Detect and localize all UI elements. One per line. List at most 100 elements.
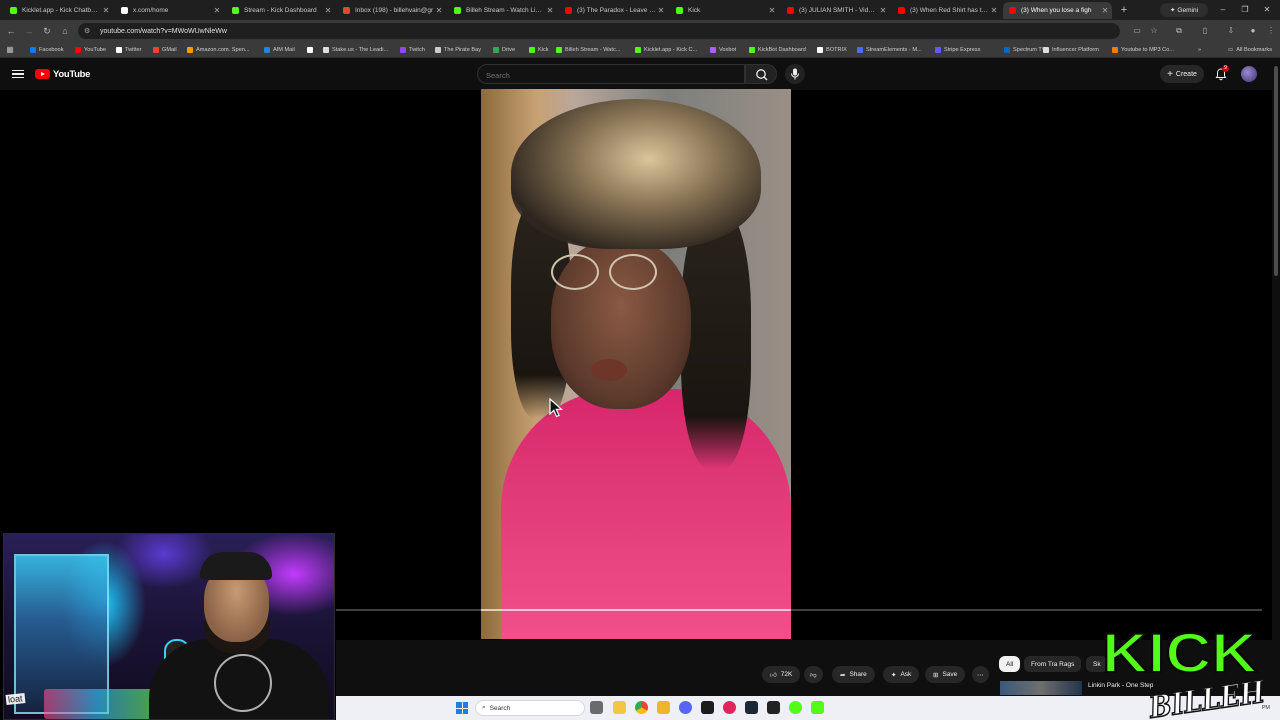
home-icon[interactable]: ⌂	[58, 24, 72, 38]
browser-tab[interactable]: Kick ✕	[670, 2, 779, 19]
browser-tab[interactable]: Kicklet.app - Kick Chatbot a ✕	[4, 2, 113, 19]
close-window-button[interactable]: ✕	[1260, 3, 1274, 17]
tab-close-icon[interactable]: ✕	[101, 6, 111, 15]
profile-icon[interactable]: ●	[1246, 24, 1260, 38]
search-button[interactable]	[745, 64, 777, 84]
save-button[interactable]: ⊞ Save	[925, 666, 966, 683]
reload-icon[interactable]: ↻	[40, 24, 54, 38]
taskbar-app-icon[interactable]	[657, 701, 670, 714]
browser-tab[interactable]: Stream - Kick Dashboard ✕	[226, 2, 335, 19]
tab-close-icon[interactable]: ✕	[545, 6, 555, 15]
more-actions-button[interactable]: ⋯	[972, 666, 989, 683]
bookmark-item[interactable]: Billeh Stream - Watc...	[556, 44, 620, 56]
chip-all[interactable]: All	[999, 656, 1021, 672]
address-bar[interactable]: ⚙ youtube.com/watch?v=MWoWUwNleWw	[78, 23, 1120, 39]
browser-tab[interactable]: (3) When you lose a figh ✕	[1003, 2, 1112, 19]
side-panel-icon[interactable]: ▯	[1198, 24, 1212, 38]
tab-close-icon[interactable]: ✕	[878, 6, 888, 15]
dislike-button[interactable]: 👎︎	[804, 666, 823, 683]
browser-tab[interactable]: (3) When Red Shirt has to " ✕	[892, 2, 1001, 19]
apps-grid-icon[interactable]: ▦	[3, 43, 17, 57]
bookmark-item[interactable]: BOTRIX	[817, 44, 847, 56]
bookmark-item[interactable]: Spectrum TV	[1004, 44, 1046, 56]
file-explorer-icon[interactable]	[613, 701, 626, 714]
video-subject-glasses-right	[609, 254, 657, 290]
hamburger-menu-icon[interactable]	[12, 68, 24, 80]
new-tab-button[interactable]: +	[1118, 3, 1130, 17]
gemini-button[interactable]: ✦ Gemini	[1160, 3, 1208, 17]
taskbar-search[interactable]: ⌕ Search	[475, 700, 585, 716]
bookmark-item[interactable]	[307, 44, 316, 56]
browser-tab[interactable]: x.com/home ✕	[115, 2, 224, 19]
bookmark-item[interactable]: YouTube	[75, 44, 106, 56]
terminal-icon[interactable]	[701, 701, 714, 714]
bookmark-star-icon[interactable]: ☆	[1147, 24, 1161, 38]
kick-app-icon[interactable]	[811, 701, 824, 714]
bookmark-item[interactable]: Stake.us - The Leadi...	[323, 44, 388, 56]
account-avatar[interactable]	[1241, 66, 1257, 82]
extensions-icon[interactable]: ⧉	[1172, 24, 1186, 38]
next-video-title[interactable]: Linkin Park - One Step	[1088, 682, 1153, 689]
search-input[interactable]	[478, 66, 744, 85]
create-button[interactable]: + Create	[1160, 65, 1204, 83]
obs-icon[interactable]	[767, 701, 780, 714]
bookmark-item[interactable]: Voxbot	[710, 44, 736, 56]
bookmark-item[interactable]: StreamElements - M...	[857, 44, 922, 56]
bookmark-item[interactable]: The Pirate Bay	[435, 44, 481, 56]
tab-close-icon[interactable]: ✕	[323, 6, 333, 15]
youtube-logo[interactable]: YouTube	[35, 68, 90, 80]
next-video-thumbnail[interactable]	[1000, 681, 1082, 695]
bookmark-item[interactable]: AIM Mail	[264, 44, 295, 56]
restore-button[interactable]: ❐	[1238, 3, 1252, 17]
steam-icon[interactable]	[745, 701, 758, 714]
install-app-icon[interactable]: ▭	[1130, 24, 1144, 38]
windows-start-icon[interactable]	[456, 702, 468, 714]
bookmark-item[interactable]: Stripe Express	[935, 44, 980, 56]
task-view-icon[interactable]	[590, 701, 603, 714]
like-button[interactable]: 👍︎ 72K	[762, 666, 801, 683]
forward-icon[interactable]: →	[22, 24, 36, 38]
chip-from-channel[interactable]: From Tra Rags	[1024, 656, 1082, 672]
bookmark-item[interactable]: Drive	[493, 44, 515, 56]
page-scrollbar-thumb[interactable]	[1274, 66, 1278, 276]
ask-button[interactable]: ✦ Ask	[883, 666, 920, 683]
bookmark-item[interactable]: Kick	[529, 44, 549, 56]
site-info-icon[interactable]: ⚙	[84, 27, 96, 35]
bookmarks-more-button[interactable]: »	[1198, 44, 1201, 56]
tab-favicon-icon	[787, 7, 794, 14]
bookmark-item[interactable]: KickBot Dashboard	[749, 44, 806, 56]
recording-app-icon[interactable]	[723, 701, 736, 714]
voice-search-button[interactable]	[785, 64, 805, 84]
xbox-icon[interactable]	[789, 701, 802, 714]
bookmark-item[interactable]: Facebook	[30, 44, 64, 56]
discord-icon[interactable]	[679, 701, 692, 714]
all-bookmarks-button[interactable]: ▭ All Bookmarks	[1228, 44, 1272, 56]
bookmark-item[interactable]: Twitter	[116, 44, 141, 56]
browser-tab[interactable]: Billeh Stream - Watch Live c ✕	[448, 2, 557, 19]
tab-close-icon[interactable]: ✕	[989, 6, 999, 15]
browser-menu-icon[interactable]: ⋮	[1264, 24, 1278, 38]
tab-close-icon[interactable]: ✕	[1100, 6, 1110, 15]
video-frame[interactable]	[481, 89, 791, 639]
minimize-button[interactable]: –	[1216, 3, 1230, 17]
tab-close-icon[interactable]: ✕	[212, 6, 222, 15]
browser-tab[interactable]: Inbox (198) - billehvain@gr ✕	[337, 2, 446, 19]
url-text[interactable]: youtube.com/watch?v=MWoWUwNleWw	[100, 28, 227, 35]
share-button[interactable]: ➦ Share	[832, 666, 875, 683]
tab-close-icon[interactable]: ✕	[434, 6, 444, 15]
bookmark-item[interactable]: Amazon.com. Spen...	[187, 44, 249, 56]
bookmark-item[interactable]: GMail	[153, 44, 177, 56]
downloads-icon[interactable]: ⇩	[1224, 24, 1238, 38]
browser-tab[interactable]: (3) JULIAN SMITH - Video C ✕	[781, 2, 890, 19]
bookmark-item[interactable]: Influencer Platform	[1043, 44, 1099, 56]
tab-close-icon[interactable]: ✕	[767, 6, 777, 15]
back-icon[interactable]: ←	[4, 24, 18, 38]
video-progress-bar[interactable]	[336, 609, 1262, 611]
chrome-icon[interactable]	[635, 701, 648, 714]
search-field[interactable]	[477, 64, 745, 85]
tab-close-icon[interactable]: ✕	[656, 6, 666, 15]
bookmark-item[interactable]: Twitch	[400, 44, 425, 56]
bookmark-item[interactable]: Youtube to MP3 Co...	[1112, 44, 1174, 56]
bookmark-item[interactable]: Kicklet.app - Kick C...	[635, 44, 697, 56]
browser-tab[interactable]: (3) The Paradox - Leave My ✕	[559, 2, 668, 19]
